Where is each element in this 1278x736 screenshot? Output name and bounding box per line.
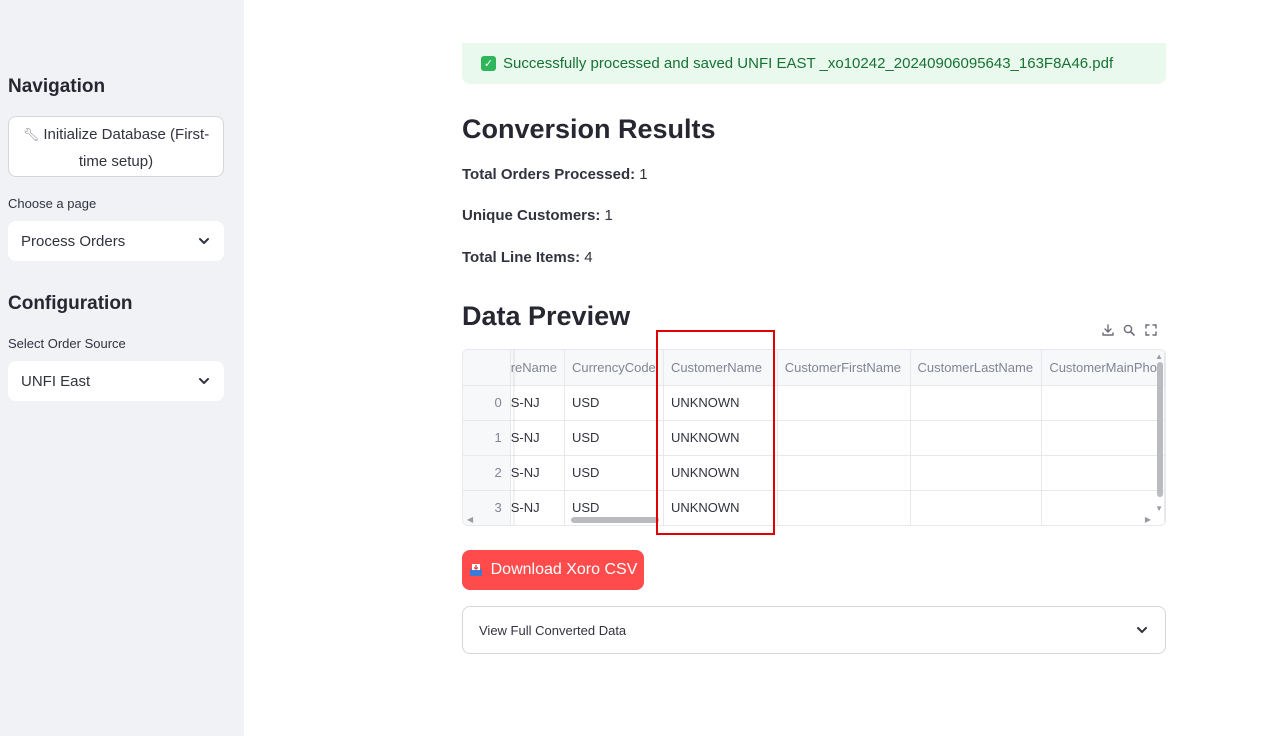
check-mark-icon: ✓ xyxy=(481,56,496,71)
scroll-left-arrow-icon[interactable]: ◀ xyxy=(467,515,473,524)
wrench-icon: 🔧︎ xyxy=(22,127,40,142)
index-header xyxy=(463,350,511,386)
stat-total-orders: Total Orders Processed: 1 xyxy=(462,166,648,183)
expander-label: View Full Converted Data xyxy=(479,622,627,638)
source-select-label: Select Order Source xyxy=(8,336,126,351)
success-alert: ✓ Successfully processed and saved UNFI … xyxy=(462,43,1166,84)
stat-label: Total Line Items: xyxy=(462,249,581,266)
conversion-results-heading: Conversion Results xyxy=(462,114,716,144)
data-preview-table[interactable]: reName CurrencyCode CustomerName Custome… xyxy=(462,349,1166,526)
row-index: 1 xyxy=(463,420,511,456)
order-source-select[interactable]: UNFI East xyxy=(8,361,224,401)
table-cell[interactable] xyxy=(777,455,911,491)
page-select-label: Choose a page xyxy=(8,196,97,211)
table-cell[interactable] xyxy=(777,385,911,421)
chevron-down-icon xyxy=(199,378,209,384)
table-cell[interactable] xyxy=(910,385,1043,421)
row-index: 0 xyxy=(463,385,511,421)
table-row: 1 S-NJ USD UNKNOWN xyxy=(463,420,1165,456)
vertical-scrollbar[interactable] xyxy=(1157,362,1163,497)
table-cell[interactable]: S-NJ xyxy=(510,385,565,421)
scroll-up-arrow-icon[interactable]: ▲ xyxy=(1155,352,1163,361)
column-header[interactable]: CustomerMainPho xyxy=(1041,350,1165,386)
stat-value: 1 xyxy=(639,166,648,183)
search-icon[interactable] xyxy=(1122,323,1136,337)
order-source-value: UNFI East xyxy=(21,372,91,390)
initialize-database-button[interactable]: 🔧︎ Initialize Database (First-time setup) xyxy=(8,116,224,177)
column-header[interactable]: CustomerLastName xyxy=(910,350,1043,386)
chevron-down-icon xyxy=(199,238,209,244)
navigation-heading: Navigation xyxy=(8,76,106,97)
table-cell[interactable] xyxy=(777,420,911,456)
table-row: 2 S-NJ USD UNKNOWN xyxy=(463,455,1165,491)
configuration-heading: Configuration xyxy=(8,293,133,314)
column-header[interactable]: CustomerFirstName xyxy=(777,350,911,386)
table-cell[interactable] xyxy=(1041,455,1165,491)
data-table: reName CurrencyCode CustomerName Custome… xyxy=(463,350,1165,525)
column-header[interactable]: reName xyxy=(510,350,565,386)
table-cell[interactable] xyxy=(910,420,1043,456)
page-select[interactable]: Process Orders xyxy=(8,221,224,261)
table-cell[interactable] xyxy=(910,490,1043,525)
table-row: 0 S-NJ USD UNKNOWN xyxy=(463,385,1165,421)
data-preview-heading: Data Preview xyxy=(462,301,631,331)
page-select-value: Process Orders xyxy=(21,232,126,250)
download-xoro-csv-button[interactable]: Download Xoro CSV xyxy=(462,550,644,590)
table-cell[interactable]: USD xyxy=(564,420,664,456)
table-cell[interactable] xyxy=(777,490,911,525)
table-cell[interactable] xyxy=(1041,385,1165,421)
index-column-shadow xyxy=(513,350,516,525)
stat-total-line-items: Total Line Items: 4 xyxy=(462,249,593,266)
sidebar: Navigation 🔧︎ Initialize Database (First-… xyxy=(0,0,244,736)
table-cell[interactable] xyxy=(910,455,1043,491)
table-cell[interactable]: S-NJ xyxy=(510,490,565,525)
stat-unique-customers: Unique Customers: 1 xyxy=(462,207,613,224)
inbox-tray-icon xyxy=(469,564,482,576)
table-cell[interactable]: S-NJ xyxy=(510,420,565,456)
table-header-row: reName CurrencyCode CustomerName Custome… xyxy=(463,350,1165,386)
customer-name-column-highlight xyxy=(656,330,775,535)
scroll-right-arrow-icon[interactable]: ▶ xyxy=(1145,515,1151,524)
column-header[interactable]: CurrencyCode xyxy=(564,350,664,386)
chevron-down-icon xyxy=(1137,627,1147,633)
table-cell[interactable] xyxy=(1041,420,1165,456)
download-icon[interactable] xyxy=(1101,323,1115,337)
row-index: 2 xyxy=(463,455,511,491)
stat-label: Total Orders Processed: xyxy=(462,166,636,183)
stat-value: 4 xyxy=(584,249,593,266)
initialize-database-label: Initialize Database (First-time setup) xyxy=(43,126,210,170)
success-message: Successfully processed and saved UNFI EA… xyxy=(503,55,1114,72)
fullscreen-icon[interactable] xyxy=(1144,323,1158,337)
scroll-down-arrow-icon[interactable]: ▼ xyxy=(1155,504,1163,513)
table-row: 3 S-NJ USD UNKNOWN xyxy=(463,490,1165,525)
stat-value: 1 xyxy=(604,207,613,224)
table-cell[interactable]: S-NJ xyxy=(510,455,565,491)
view-full-data-expander[interactable]: View Full Converted Data xyxy=(462,606,1166,654)
download-label: Download Xoro CSV xyxy=(490,561,638,578)
horizontal-scrollbar[interactable] xyxy=(571,517,659,523)
table-cell[interactable]: USD xyxy=(564,385,664,421)
stat-label: Unique Customers: xyxy=(462,207,601,224)
dataframe-toolbar xyxy=(1093,318,1166,342)
table-cell[interactable]: USD xyxy=(564,455,664,491)
